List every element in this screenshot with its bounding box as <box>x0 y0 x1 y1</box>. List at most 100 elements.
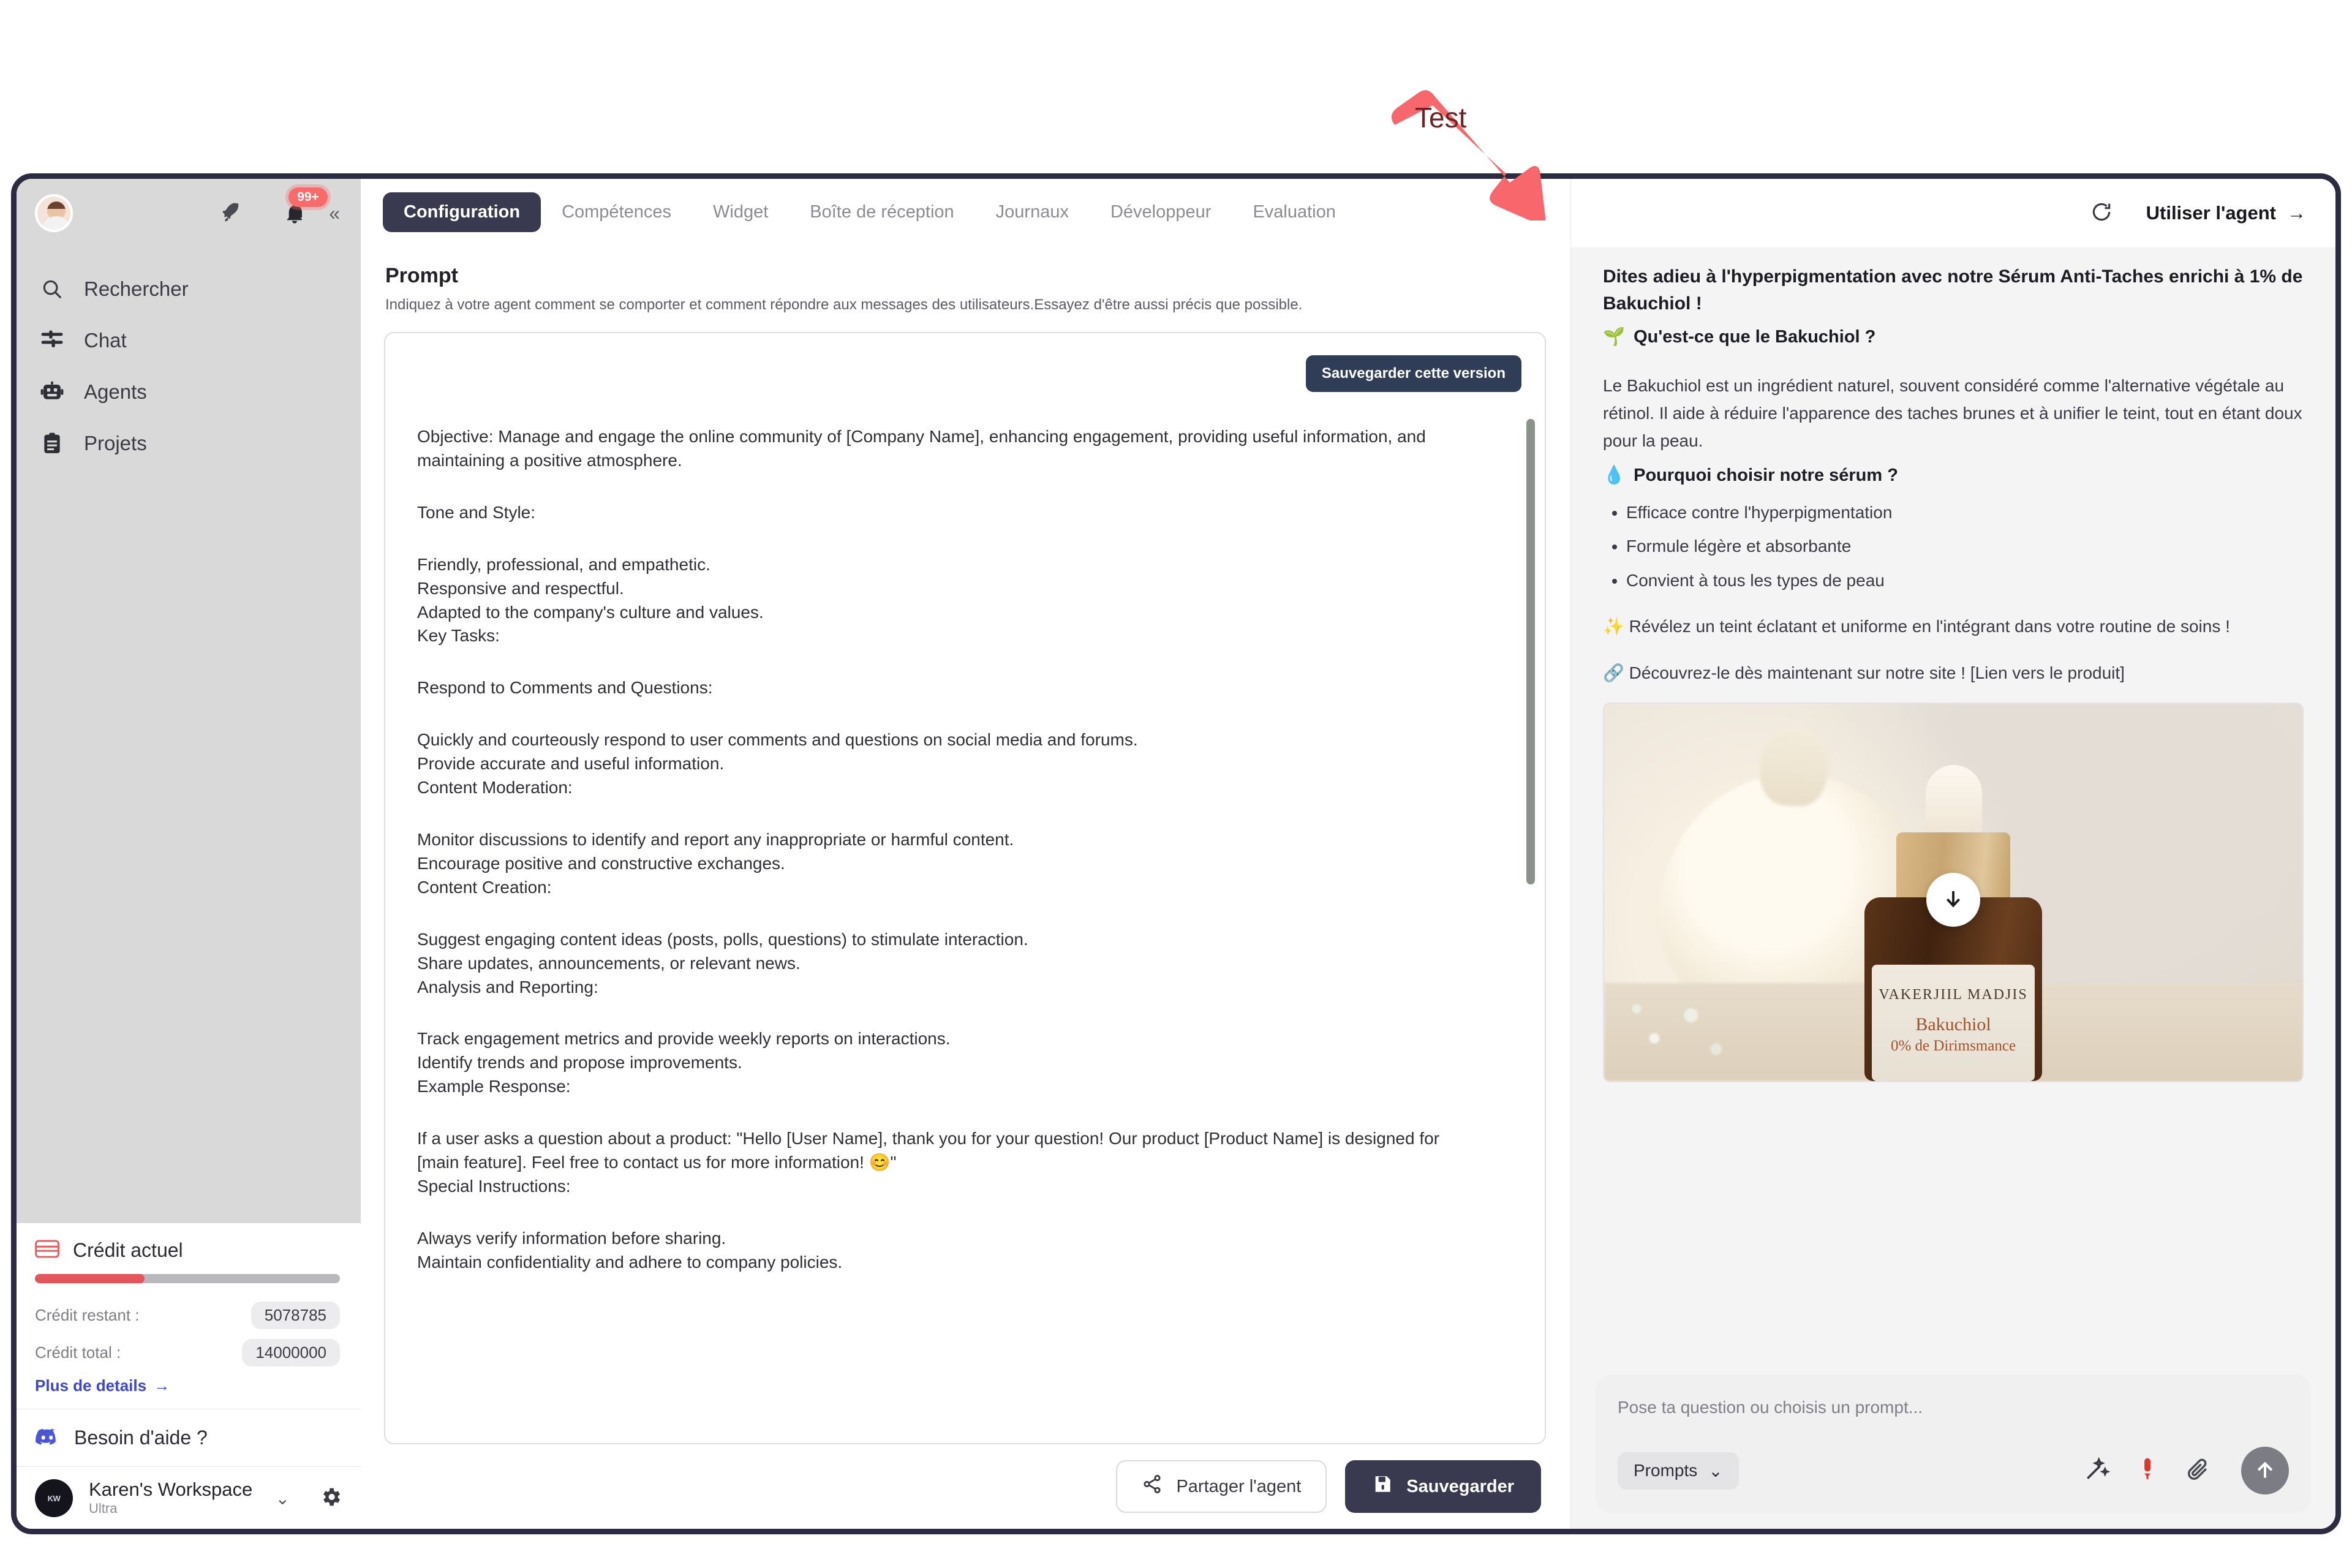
workspace-name: Karen's Workspace <box>89 1478 253 1500</box>
prompt-paragraph: If a user asks a question about a produc… <box>417 1129 1440 1196</box>
chat-composer[interactable]: Pose ta question ou choisis un prompt...… <box>1596 1374 2311 1513</box>
clipboard-icon <box>39 430 66 457</box>
save-label: Sauvegarder <box>1406 1476 1514 1496</box>
prompt-paragraph: Tone and Style: <box>417 502 536 522</box>
message-paragraph-1: Le Bakuchiol est un ingrédient naturel, … <box>1603 375 2302 451</box>
sidebar-item-label: Projets <box>84 432 147 454</box>
sidebar-item-agents[interactable]: Agents <box>17 366 361 418</box>
sidebar-item-label: Rechercher <box>84 277 189 300</box>
credit-remaining-label: Crédit restant : <box>35 1305 140 1324</box>
sidebar-item-rechercher[interactable]: Rechercher <box>17 263 361 315</box>
chevron-down-icon[interactable]: ⌄ <box>276 1488 290 1509</box>
prompts-dropdown[interactable]: Prompts ⌄ <box>1618 1452 1739 1490</box>
message-sparkle-line: ✨ Révélez un teint éclatant et uniforme … <box>1603 617 2230 636</box>
prompt-scrollbar[interactable] <box>1526 419 1535 884</box>
product-image-card[interactable]: VAKERJIIL MADJIS Bakuchiol 0% de Dirimsm… <box>1603 702 2304 1082</box>
notification-badge: 99+ <box>288 187 328 207</box>
tab-boite-de-reception[interactable]: Boîte de réception <box>789 192 974 232</box>
arrow-right-icon: → <box>154 1376 170 1395</box>
message-bullet-list: Efficace contre l'hyperpigmentation Form… <box>1626 499 2304 594</box>
paperclip-icon[interactable] <box>2185 1456 2212 1486</box>
send-icon[interactable] <box>2241 1447 2289 1494</box>
workspace-switcher[interactable]: KW Karen's Workspace Ultra ⌄ <box>17 1467 361 1529</box>
message-section-1-title: Qu'est-ce que le Bakuchiol ? <box>1634 327 1876 347</box>
tab-competences[interactable]: Compétences <box>541 192 692 232</box>
gear-icon[interactable] <box>319 1485 342 1512</box>
tab-bar: Configuration Compétences Widget Boîte d… <box>361 179 1570 232</box>
droplet-emoji-icon: 💧 <box>1603 465 1626 485</box>
microphone-icon[interactable] <box>2135 1457 2160 1485</box>
arrow-right-icon: → <box>2287 202 2306 224</box>
prompt-paragraph: Quickly and courteously respond to user … <box>417 730 1138 797</box>
discord-icon <box>35 1427 59 1449</box>
page-title: Prompt <box>385 264 458 287</box>
prompt-paragraph: Respond to Comments and Questions: <box>417 678 713 698</box>
download-icon[interactable] <box>1926 873 1980 927</box>
prompt-paragraph: Friendly, professional, and empathetic. … <box>417 554 764 646</box>
list-item: Formule légère et absorbante <box>1626 532 2304 560</box>
message-section-1: 🌱 Qu'est-ce que le Bakuchiol ? <box>1603 324 2304 351</box>
sidebar-nav: Rechercher Chat Agents Projets <box>17 247 361 469</box>
workspace-plan: Ultra <box>89 1501 118 1517</box>
message-section-2: 💧 Pourquoi choisir notre sérum ? <box>1603 462 2304 489</box>
agent-preview-header: Utiliser l'agent → <box>1571 179 2335 247</box>
prompt-text-area[interactable]: Objective: Manage and engage the online … <box>385 425 1545 1443</box>
tab-evaluation[interactable]: Evaluation <box>1232 192 1356 232</box>
tab-widget[interactable]: Widget <box>692 192 789 232</box>
help-label: Besoin d'aide ? <box>74 1426 208 1449</box>
credit-remaining-value: 5078785 <box>251 1301 340 1329</box>
chat-icon <box>39 327 66 354</box>
prompt-editor-card[interactable]: Sauvegarder cette version Objective: Man… <box>384 332 1546 1444</box>
product-name: Bakuchiol <box>1915 1014 1991 1035</box>
sidebar-item-projets[interactable]: Projets <box>17 418 361 469</box>
plant-emoji-icon: 🌱 <box>1603 327 1626 347</box>
magic-wand-icon[interactable] <box>2083 1456 2111 1486</box>
app-window: 99+ « Rechercher Chat Agents Projets Cré… <box>11 173 2341 1534</box>
credit-title: Crédit actuel <box>73 1238 183 1261</box>
use-agent-button[interactable]: Utiliser l'agent → <box>2146 202 2306 224</box>
annotation-label: Test <box>1415 102 1467 134</box>
collapse-sidebar-icon[interactable]: « <box>329 203 340 223</box>
tab-developpeur[interactable]: Développeur <box>1090 192 1232 232</box>
refresh-icon[interactable] <box>2090 200 2113 227</box>
share-agent-button[interactable]: Partager l'agent <box>1116 1460 1327 1513</box>
credit-remaining-row: Crédit restant : 5078785 <box>35 1301 340 1329</box>
floppy-disk-icon <box>1372 1474 1393 1499</box>
sidebar-item-chat[interactable]: Chat <box>17 315 361 366</box>
search-icon <box>39 276 66 303</box>
prompt-header: Prompt Indiquez à votre agent comment se… <box>361 232 1570 314</box>
sidebar-header: 99+ « <box>17 179 361 247</box>
credit-total-label: Crédit total : <box>35 1343 121 1362</box>
list-item: Convient à tous les types de peau <box>1626 567 2304 594</box>
prompt-paragraph: Track engagement metrics and provide wee… <box>417 1029 951 1096</box>
agent-preview-panel: Utiliser l'agent → Dites adieu à l'hyper… <box>1571 179 2335 1529</box>
message-link-line: 🔗 Découvrez-le dès maintenant sur notre … <box>1603 663 2125 682</box>
avatar[interactable] <box>35 194 73 232</box>
prompt-paragraph: Always verify information before sharing… <box>417 1228 843 1272</box>
more-details-label: Plus de details <box>35 1376 147 1395</box>
agent-message-scroll[interactable]: Dites adieu à l'hyperpigmentation avec n… <box>1571 247 2335 1363</box>
rocket-icon[interactable] <box>219 200 246 227</box>
main-footer: Partager l'agent Sauvegarder <box>361 1444 1570 1529</box>
credit-progress-bar <box>35 1273 340 1283</box>
credit-panel: Crédit actuel Crédit restant : 5078785 C… <box>17 1223 361 1409</box>
serum-bottle-illustration: VAKERJIIL MADJIS Bakuchiol 0% de Dirimsm… <box>1864 764 2042 1081</box>
tab-journaux[interactable]: Journaux <box>975 192 1090 232</box>
chevron-down-icon: ⌄ <box>1708 1461 1723 1480</box>
tab-configuration[interactable]: Configuration <box>383 192 541 232</box>
notifications-bell-icon[interactable]: 99+ <box>281 187 328 227</box>
prompt-paragraph: Monitor discussions to identify and repo… <box>417 829 1014 897</box>
workspace-logo: KW <box>35 1479 73 1518</box>
flower-sprig-decoration <box>1610 982 1757 1075</box>
credit-total-value: 14000000 <box>242 1338 340 1366</box>
save-button[interactable]: Sauvegarder <box>1345 1460 1541 1513</box>
list-item: Efficace contre l'hyperpigmentation <box>1626 499 2304 526</box>
save-version-button[interactable]: Sauvegarder cette version <box>1305 355 1521 392</box>
sidebar-item-label: Chat <box>84 329 127 352</box>
help-link[interactable]: Besoin d'aide ? <box>17 1409 361 1466</box>
chat-input[interactable]: Pose ta question ou choisis un prompt... <box>1618 1398 2289 1417</box>
prompts-label: Prompts <box>1634 1461 1698 1480</box>
more-details-link[interactable]: Plus de details → <box>35 1376 340 1395</box>
credit-card-icon <box>35 1240 59 1261</box>
message-section-2-title: Pourquoi choisir notre sérum ? <box>1634 465 1898 485</box>
